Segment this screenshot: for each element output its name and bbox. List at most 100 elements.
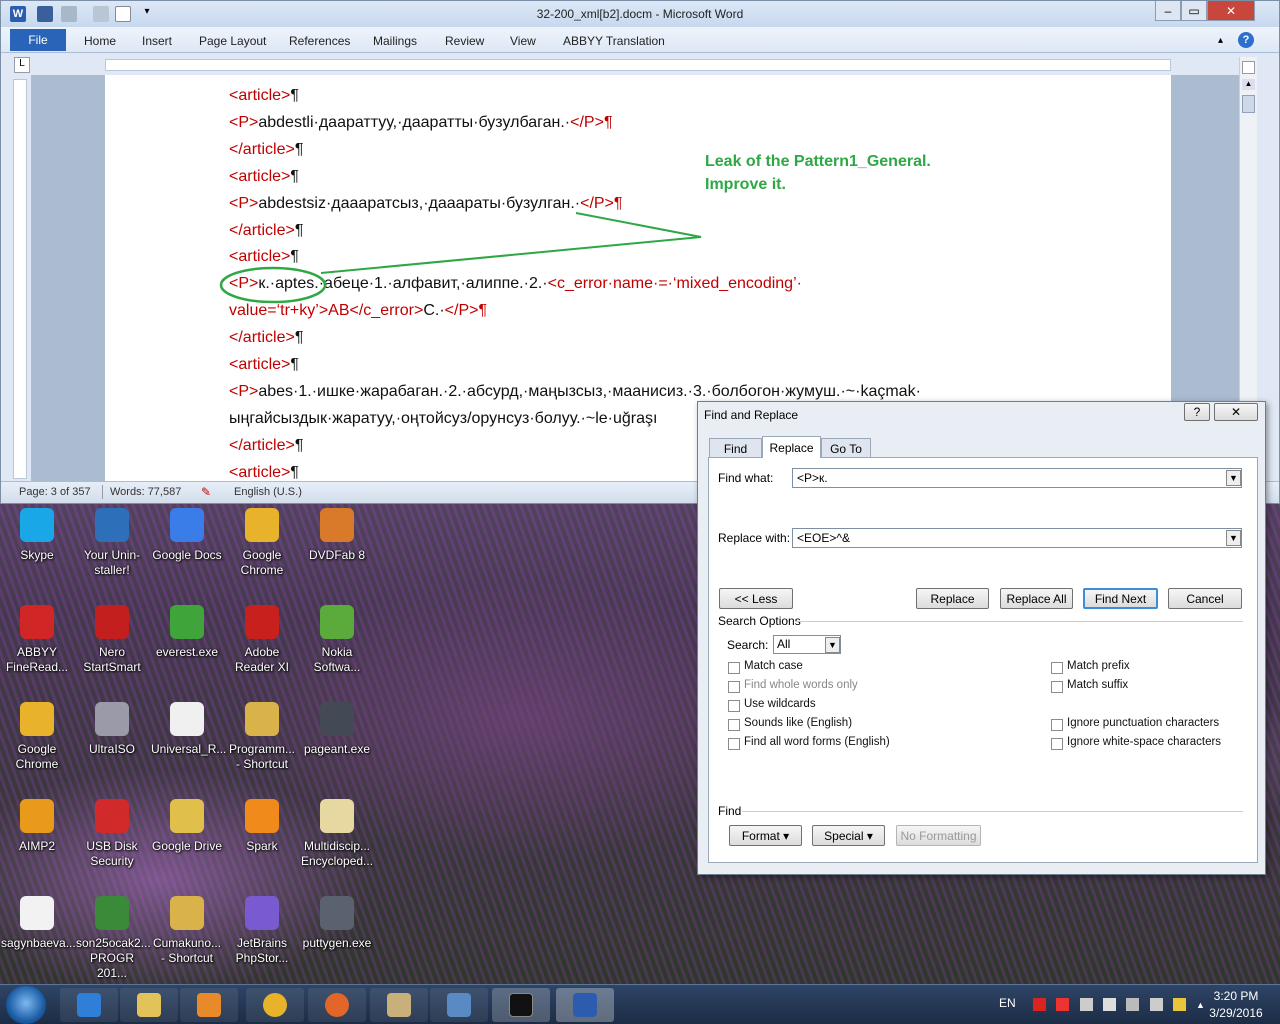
cancel-button[interactable]: Cancel [1168,588,1242,609]
no-formatting-button[interactable]: No Formatting [896,825,981,846]
option-checkbox[interactable] [1051,719,1063,731]
less-button[interactable]: << Less [719,588,793,609]
taskbar-firefox[interactable] [308,988,366,1022]
dialog-title: Find and Replace [704,408,799,422]
desktop-icon[interactable]: AIMP2 [1,797,71,887]
desktop-icon-label: Google Chrome [15,742,59,771]
clock-time[interactable]: 3:20 PM [1200,989,1272,1003]
taskbar-explorer[interactable] [120,988,178,1022]
desktop-icon[interactable]: Google Chrome [226,506,296,596]
replace-with-input[interactable]: <EOE>^& [792,528,1242,548]
taskbar-word[interactable] [556,988,614,1022]
option-label[interactable]: Use wildcards [744,698,816,710]
shortcut-icon [20,605,54,639]
option-checkbox[interactable] [1051,662,1063,674]
desktop-icon[interactable]: JetBrains PhpStor... [226,894,296,984]
desktop-icon[interactable]: Programm... - Shortcut [226,700,296,790]
option-checkbox[interactable] [728,719,740,731]
shortcut-icon [245,799,279,833]
find-next-button[interactable]: Find Next [1083,588,1158,609]
desktop-icon[interactable]: ABBYY FineRead... [1,603,71,693]
desktop-icon[interactable]: pageant.exe [301,700,371,790]
volume-tray-icon[interactable] [1150,998,1163,1011]
network-tray-icon[interactable] [1080,998,1093,1011]
desktop-icon[interactable]: Spark [226,797,296,887]
shortcut-icon [245,702,279,736]
taskbar-cmd[interactable] [492,988,550,1022]
desktop-icon[interactable]: Cumakuno... - Shortcut [151,894,221,984]
desktop-icon-label: Google Docs [152,548,222,562]
desktop-icon-label: Multidiscip... Encycloped... [301,839,374,868]
taskbar-media-player[interactable] [180,988,238,1022]
desktop-icon[interactable]: Google Docs [151,506,222,596]
taskbar-ie[interactable] [60,988,118,1022]
option-label[interactable]: Find all word forms (English) [744,736,890,748]
desktop-icon[interactable]: Nokia Softwa... [301,603,371,693]
taskbar-paint[interactable] [370,988,428,1022]
page-count[interactable]: Page: 3 of 357 [19,486,91,498]
option-checkbox[interactable] [728,738,740,750]
desktop-icon[interactable]: sagynbaeva... [1,894,76,984]
language-status[interactable]: English (U.S.) [234,486,302,498]
command-prompt-icon [509,993,533,1017]
option-label[interactable]: Match prefix [1067,660,1130,672]
start-button[interactable] [6,986,46,1024]
option-label[interactable]: Ignore punctuation characters [1067,717,1219,729]
option-label[interactable]: Match case [744,660,803,672]
replace-button[interactable]: Replace [916,588,989,609]
desktop-icon[interactable]: USB Disk Security [76,797,146,887]
option-label[interactable]: Find whole words only [744,679,858,691]
clock-date[interactable]: 3/29/2016 [1200,1006,1272,1020]
desktop-icon[interactable]: Nero StartSmart [76,603,146,693]
desktop-icon-label: Programm... - Shortcut [228,742,295,771]
find-history-dropdown-icon[interactable]: ▼ [1226,470,1241,486]
power-tray-icon[interactable] [1126,998,1139,1011]
desktop-icon[interactable]: Your Unin-staller! [76,506,146,596]
special-button[interactable]: Special ▾ [812,825,885,846]
option-checkbox[interactable] [728,700,740,712]
flag-tray-icon[interactable] [1056,998,1069,1011]
option-checkbox[interactable] [728,681,740,693]
desktop-icon[interactable]: DVDFab 8 [301,506,371,596]
option-label[interactable]: Sounds like (English) [744,717,852,729]
option-checkbox[interactable] [1051,738,1063,750]
option-label[interactable]: Match suffix [1067,679,1128,691]
desktop-icon[interactable]: Google Drive [151,797,222,887]
desktop-icon[interactable]: son25ocak2... PROGR 201... [76,894,151,984]
taskbar-chrome[interactable] [246,988,304,1022]
chrome-icon [263,993,287,1017]
desktop-icon-label: Nokia Softwa... [313,645,361,674]
drive-tray-icon[interactable] [1173,998,1186,1011]
desktop-icon-label: UltraISO [88,742,135,756]
option-checkbox[interactable] [728,662,740,674]
tab-go-to[interactable]: Go To [821,438,871,458]
format-button[interactable]: Format ▾ [729,825,802,846]
desktop-icon[interactable]: Universal_R... [151,700,226,790]
tab-replace[interactable]: Replace [762,436,821,458]
dialog-help-button[interactable]: ? [1184,403,1210,421]
find-what-input[interactable]: <P>к. [792,468,1242,488]
search-direction-dropdown-icon[interactable]: ▼ [825,637,840,653]
antivirus-tray-icon[interactable] [1033,998,1046,1011]
desktop-icon[interactable]: puttygen.exe [301,894,371,984]
desktop-icon[interactable]: Skype [1,506,71,596]
language-indicator[interactable]: EN [999,996,1016,1010]
tab-find[interactable]: Find [709,438,762,458]
desktop-icon-label: JetBrains PhpStor... [235,936,289,965]
desktop-icon[interactable]: Multidiscip... Encycloped... [301,797,374,887]
option-label[interactable]: Ignore white-space characters [1067,736,1221,748]
replace-history-dropdown-icon[interactable]: ▼ [1226,530,1241,546]
dialog-close-button[interactable]: ✕ [1214,403,1258,421]
devices-tray-icon[interactable] [1103,998,1116,1011]
taskbar-photo-viewer[interactable] [430,988,488,1022]
word-count[interactable]: Words: 77,587 [110,486,181,498]
proofing-icon[interactable]: ✎ [201,485,217,499]
shortcut-icon [170,702,204,736]
desktop-icon[interactable]: UltraISO [76,700,146,790]
desktop-icon[interactable]: Google Chrome [1,700,71,790]
desktop-icon[interactable]: everest.exe [151,603,221,693]
option-checkbox[interactable] [1051,681,1063,693]
shortcut-icon [95,508,129,542]
replace-all-button[interactable]: Replace All [1000,588,1073,609]
desktop-icon[interactable]: Adobe Reader XI [226,603,296,693]
